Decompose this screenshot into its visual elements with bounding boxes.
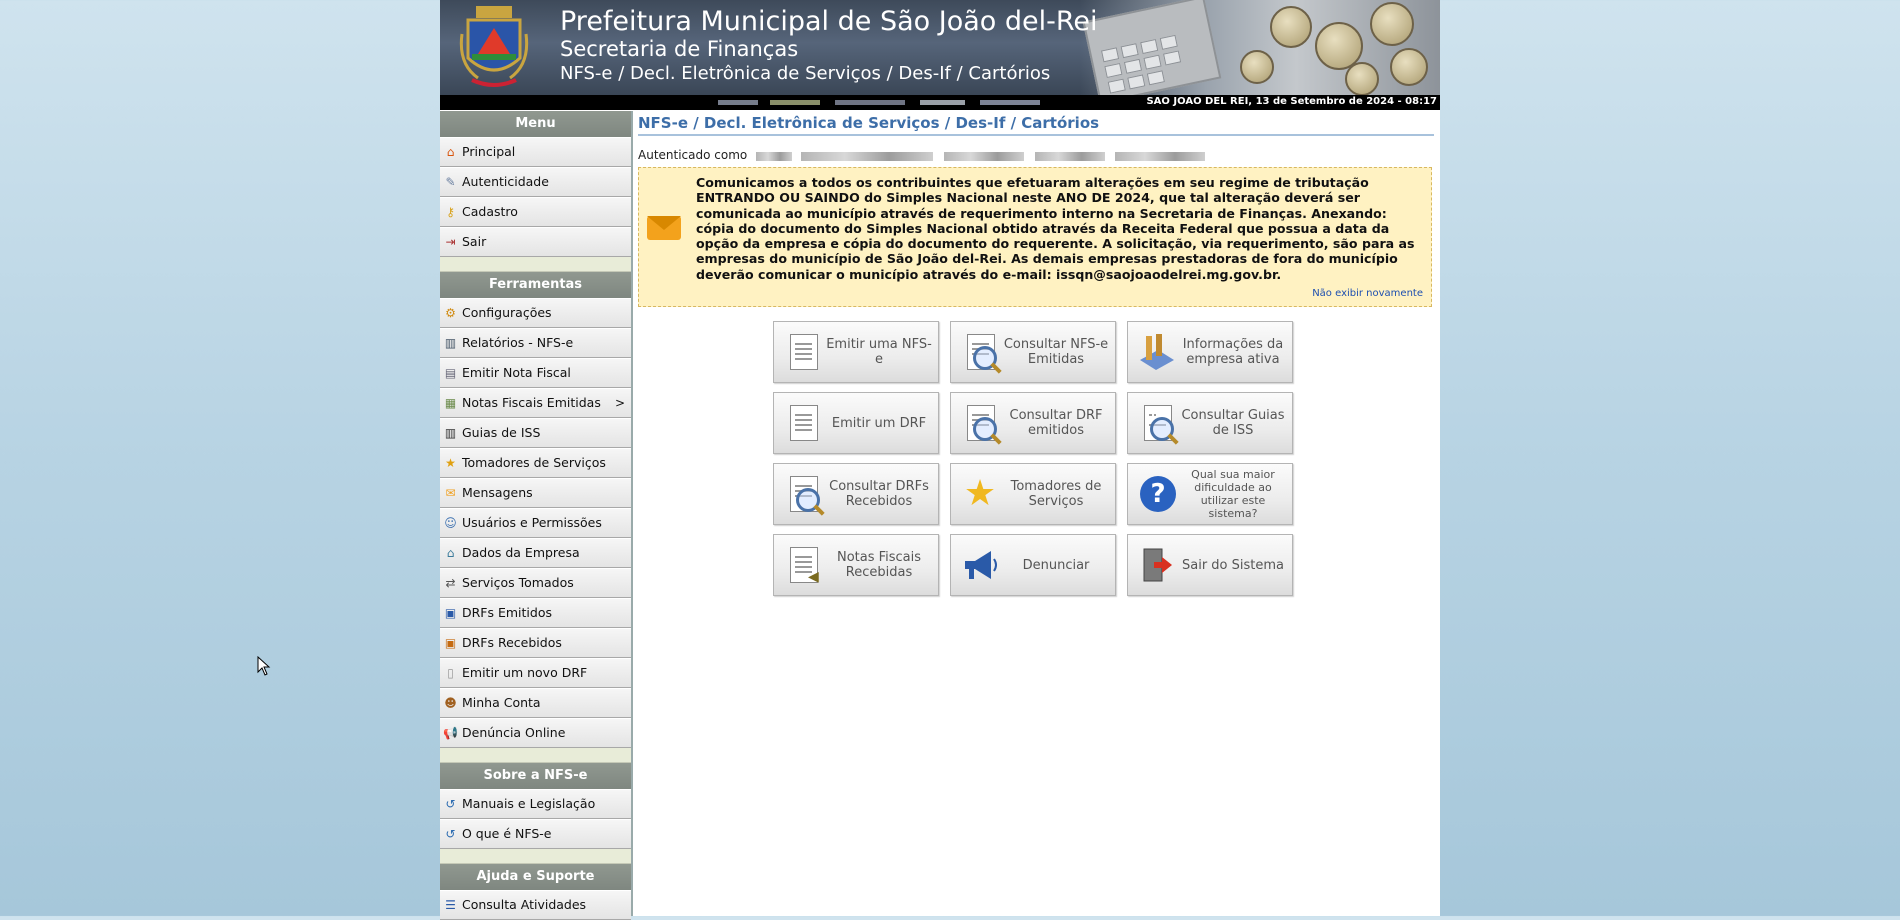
gear-icon: ⚙ bbox=[445, 306, 456, 320]
search-document-icon bbox=[961, 403, 1002, 445]
about-section-header: Sobre a NFS-e bbox=[440, 763, 631, 789]
notice-message: Comunicamos a todos os contribuintes que… bbox=[696, 175, 1415, 282]
document-icon bbox=[784, 403, 822, 443]
tile-emitir-nfse[interactable]: Emitir uma NFS-e bbox=[773, 321, 939, 383]
tile-sair-sistema[interactable]: Sair do Sistema bbox=[1127, 534, 1293, 596]
sidebar-item-minha-conta[interactable]: ☻ Minha Conta bbox=[440, 688, 631, 718]
tile-denunciar[interactable]: Denunciar bbox=[950, 534, 1116, 596]
star-icon: ★ bbox=[963, 473, 997, 514]
link-icon: ↺ bbox=[445, 827, 456, 841]
city-crest-logo bbox=[459, 6, 529, 87]
megaphone-icon: 📢 bbox=[443, 726, 458, 740]
tile-consultar-nfse[interactable]: Consultar NFS-e Emitidas bbox=[950, 321, 1116, 383]
drf-icon: ▣ bbox=[444, 606, 457, 620]
sidebar-item-drfs-emitidos[interactable]: ▣ DRFs Emitidos bbox=[440, 598, 631, 628]
exit-icon bbox=[1138, 545, 1176, 585]
tools-section-header: Ferramentas bbox=[440, 272, 631, 298]
redacted-user bbox=[756, 152, 792, 161]
hide-notice-link[interactable]: Não exibir novamente bbox=[1312, 288, 1423, 299]
search-barcode-icon bbox=[1138, 403, 1179, 445]
header-banner: Prefeitura Municipal de São João del-Rei… bbox=[440, 0, 1440, 95]
menu-section-header: Menu bbox=[440, 111, 631, 137]
page-container: Prefeitura Municipal de São João del-Rei… bbox=[440, 0, 1440, 920]
sidebar-item-notas-emitidas[interactable]: ▦ Notas Fiscais Emitidas > bbox=[440, 388, 631, 418]
tile-notas-recebidas[interactable]: ◀ Notas Fiscais Recebidas bbox=[773, 534, 939, 596]
tile-consultar-drf[interactable]: Consultar DRF emitidos bbox=[950, 392, 1116, 454]
envelope-icon: ✉ bbox=[445, 486, 456, 500]
sidebar: Menu ⌂ Principal ✎ Autenticidade ⚷ Cadastro… bbox=[440, 111, 633, 920]
drf-received-icon: ▣ bbox=[444, 636, 457, 650]
sidebar-item-mensagens[interactable]: ✉ Mensagens bbox=[440, 478, 631, 508]
sidebar-item-manuais[interactable]: ↺ Manuais e Legislação bbox=[440, 789, 631, 819]
search-document-icon bbox=[961, 332, 1002, 374]
barcode-icon: ▥ bbox=[444, 426, 457, 440]
company-icon: ⌂ bbox=[446, 546, 455, 560]
company-info-icon bbox=[1138, 332, 1176, 372]
account-icon: ☻ bbox=[444, 696, 457, 710]
sidebar-item-principal[interactable]: ⌂ Principal bbox=[440, 137, 631, 167]
authenticated-line: Autenticado como bbox=[638, 148, 1434, 164]
sidebar-item-cadastro[interactable]: ⚷ Cadastro bbox=[440, 197, 631, 227]
key-icon: ⚷ bbox=[446, 205, 455, 219]
main-content: NFS-e / Decl. Eletrônica de Serviços / D… bbox=[638, 111, 1434, 596]
tile-informacoes-empresa[interactable]: Informações da empresa ativa bbox=[1127, 321, 1293, 383]
sidebar-item-servicos-tomados[interactable]: ⇄ Serviços Tomados bbox=[440, 568, 631, 598]
certificate-icon: ✎ bbox=[445, 175, 456, 189]
link-icon: ↺ bbox=[445, 797, 456, 811]
tile-tomadores[interactable]: ★ Tomadores de Serviços bbox=[950, 463, 1116, 525]
sidebar-item-sair[interactable]: ⇥ Sair bbox=[440, 227, 631, 257]
tile-emitir-drf[interactable]: Emitir um DRF bbox=[773, 392, 939, 454]
home-icon: ⌂ bbox=[446, 145, 455, 159]
mouse-cursor-icon bbox=[257, 656, 271, 676]
header-title: Prefeitura Municipal de São João del-Rei bbox=[560, 6, 1098, 37]
header-subtitle: Secretaria de Finanças bbox=[560, 37, 799, 61]
search-document-icon bbox=[784, 474, 825, 516]
sidebar-item-drfs-recebidos[interactable]: ▣ DRFs Recebidos bbox=[440, 628, 631, 658]
help-section-header: Ajuda e Suporte bbox=[440, 864, 631, 890]
sidebar-item-autenticidade[interactable]: ✎ Autenticidade bbox=[440, 167, 631, 197]
new-doc-icon: ▯ bbox=[447, 666, 454, 680]
sidebar-item-novo-drf[interactable]: ▯ Emitir um novo DRF bbox=[440, 658, 631, 688]
date-bar: SAO JOAO DEL REI, 13 de Setembro de 2024… bbox=[440, 95, 1440, 110]
envelope-icon bbox=[647, 216, 681, 240]
submenu-arrow-icon: > bbox=[614, 396, 625, 410]
authenticated-label: Autenticado como bbox=[638, 148, 748, 162]
sidebar-item-guias-iss[interactable]: ▥ Guias de ISS bbox=[440, 418, 631, 448]
sidebar-item-tomadores[interactable]: ★ Tomadores de Serviços bbox=[440, 448, 631, 478]
document-icon bbox=[784, 332, 822, 372]
question-icon: ? bbox=[1138, 474, 1176, 514]
sidebar-item-denuncia[interactable]: 📢 Denúncia Online bbox=[440, 718, 631, 748]
list-icon: ☰ bbox=[445, 898, 456, 912]
sidebar-item-relatorios[interactable]: ▥ Relatórios - NFS-e bbox=[440, 328, 631, 358]
header-system: NFS-e / Decl. Eletrônica de Serviços / D… bbox=[560, 63, 1051, 84]
sidebar-item-configuracoes[interactable]: ⚙ Configurações bbox=[440, 298, 631, 328]
users-icon: ☺ bbox=[444, 516, 457, 530]
swap-icon: ⇄ bbox=[445, 576, 456, 590]
sidebar-item-dados-empresa[interactable]: ⌂ Dados da Empresa bbox=[440, 538, 631, 568]
tile-consultar-guias[interactable]: Consultar Guias de ISS bbox=[1127, 392, 1293, 454]
star-icon: ★ bbox=[445, 456, 456, 470]
invoices-icon: ▦ bbox=[444, 396, 457, 410]
tile-consultar-drfs-recebidos[interactable]: Consultar DRFs Recebidos bbox=[773, 463, 939, 525]
notice-box: Comunicamos a todos os contribuintes que… bbox=[638, 167, 1432, 307]
tile-feedback[interactable]: ? Qual sua maior dificuldade ao utilizar… bbox=[1127, 463, 1293, 525]
sidebar-item-emitir-nota[interactable]: ▤ Emitir Nota Fiscal bbox=[440, 358, 631, 388]
received-document-icon: ◀ bbox=[784, 545, 822, 585]
exit-icon: ⇥ bbox=[445, 235, 456, 249]
date-time-label: SAO JOAO DEL REI, 13 de Setembro de 2024… bbox=[1146, 96, 1437, 107]
invoice-icon: ▤ bbox=[444, 366, 457, 380]
page-title: NFS-e / Decl. Eletrônica de Serviços / D… bbox=[638, 111, 1434, 136]
sidebar-item-usuarios[interactable]: ☺ Usuários e Permissões bbox=[440, 508, 631, 538]
megaphone-icon bbox=[961, 545, 999, 585]
sidebar-item-o-que-e[interactable]: ↺ O que é NFS-e bbox=[440, 819, 631, 849]
report-icon: ▥ bbox=[444, 336, 457, 350]
